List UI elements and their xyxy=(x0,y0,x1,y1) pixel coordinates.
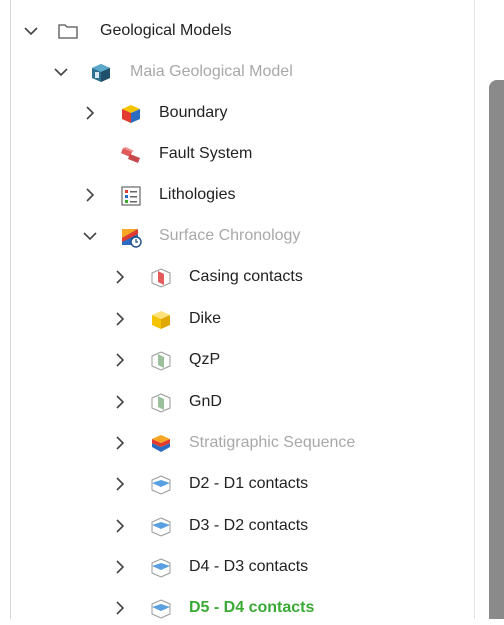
tree-item-lithologies[interactable]: Lithologies xyxy=(0,178,474,212)
geological-model-icon xyxy=(90,62,110,82)
tree-item-qzp[interactable]: QzP xyxy=(0,343,474,377)
tree-item-casing-contacts[interactable]: Casing contacts xyxy=(0,260,474,294)
tree-item-label: Dike xyxy=(189,310,222,327)
tree-item-maia-geological-model[interactable]: Maia Geological Model xyxy=(0,55,474,89)
tree-item-d2-d1-contacts[interactable]: D2 - D1 contacts xyxy=(0,467,474,501)
chevron-right-icon[interactable] xyxy=(110,392,130,412)
boundary-icon xyxy=(120,103,140,123)
stratigraphic-sequence-icon xyxy=(150,433,170,453)
chevron-right-icon[interactable] xyxy=(110,598,130,618)
chevron-right-icon[interactable] xyxy=(110,516,130,536)
tree-item-label: D4 - D3 contacts xyxy=(189,558,309,575)
chevron-right-icon[interactable] xyxy=(80,185,100,205)
chevron-right-icon[interactable] xyxy=(110,309,130,329)
folder-icon xyxy=(57,21,78,41)
lithologies-list-icon xyxy=(120,185,141,206)
fault-system-icon xyxy=(120,144,140,164)
chevron-right-icon[interactable] xyxy=(110,557,130,577)
tree-item-label: Surface Chronology xyxy=(159,227,301,244)
blue-contact-surface-icon xyxy=(150,474,171,495)
green-contact-surface-icon xyxy=(150,392,171,413)
project-tree: Geological Models Maia Geological Model xyxy=(0,0,474,619)
tree-item-label: Stratigraphic Sequence xyxy=(189,434,356,451)
tree-item-label: Fault System xyxy=(159,145,253,162)
tree-item-gnd[interactable]: GnD xyxy=(0,385,474,419)
chevron-down-icon[interactable] xyxy=(21,21,41,41)
chevron-right-icon[interactable] xyxy=(110,350,130,370)
chevron-right-icon[interactable] xyxy=(110,267,130,287)
yellow-dike-icon xyxy=(150,309,170,329)
tree-item-label: D5 - D4 contacts xyxy=(189,599,315,616)
blue-contact-surface-icon xyxy=(150,516,171,537)
chevron-down-icon[interactable] xyxy=(51,62,71,82)
tree-item-label: D2 - D1 contacts xyxy=(189,475,309,492)
tree-item-label: Casing contacts xyxy=(189,268,303,285)
tree-item-dike[interactable]: Dike xyxy=(0,302,474,336)
chevron-right-icon[interactable] xyxy=(110,433,130,453)
tree-item-d3-d2-contacts[interactable]: D3 - D2 contacts xyxy=(0,509,474,543)
surface-chronology-icon xyxy=(120,226,142,248)
tree-item-label: Lithologies xyxy=(159,186,236,203)
tree-item-fault-system[interactable]: Fault System xyxy=(0,137,474,171)
tree-item-label: Geological Models xyxy=(100,22,232,39)
chevron-right-icon[interactable] xyxy=(80,103,100,123)
chevron-down-icon[interactable] xyxy=(80,226,100,246)
tree-item-surface-chronology[interactable]: Surface Chronology xyxy=(0,219,474,253)
tree-item-label: Maia Geological Model xyxy=(130,63,293,80)
tree-item-d5-d4-contacts[interactable]: D5 - D4 contacts xyxy=(0,591,474,625)
tree-item-d4-d3-contacts[interactable]: D4 - D3 contacts xyxy=(0,550,474,584)
chevron-right-icon[interactable] xyxy=(110,474,130,494)
scrollbar-thumb[interactable] xyxy=(489,80,504,619)
tree-item-boundary[interactable]: Boundary xyxy=(0,96,474,130)
blue-contact-surface-icon xyxy=(150,598,171,619)
tree-item-label: QzP xyxy=(189,351,221,368)
tree-item-stratigraphic-sequence[interactable]: Stratigraphic Sequence xyxy=(0,426,474,460)
tree-item-label: Boundary xyxy=(159,104,228,121)
tree-right-border xyxy=(474,0,475,619)
tree-item-label: GnD xyxy=(189,393,222,410)
green-contact-surface-icon xyxy=(150,350,171,371)
tree-item-label: D3 - D2 contacts xyxy=(189,517,309,534)
tree-item-geological-models[interactable]: Geological Models xyxy=(0,14,474,48)
blue-contact-surface-icon xyxy=(150,557,171,578)
red-contact-surface-icon xyxy=(150,267,171,288)
